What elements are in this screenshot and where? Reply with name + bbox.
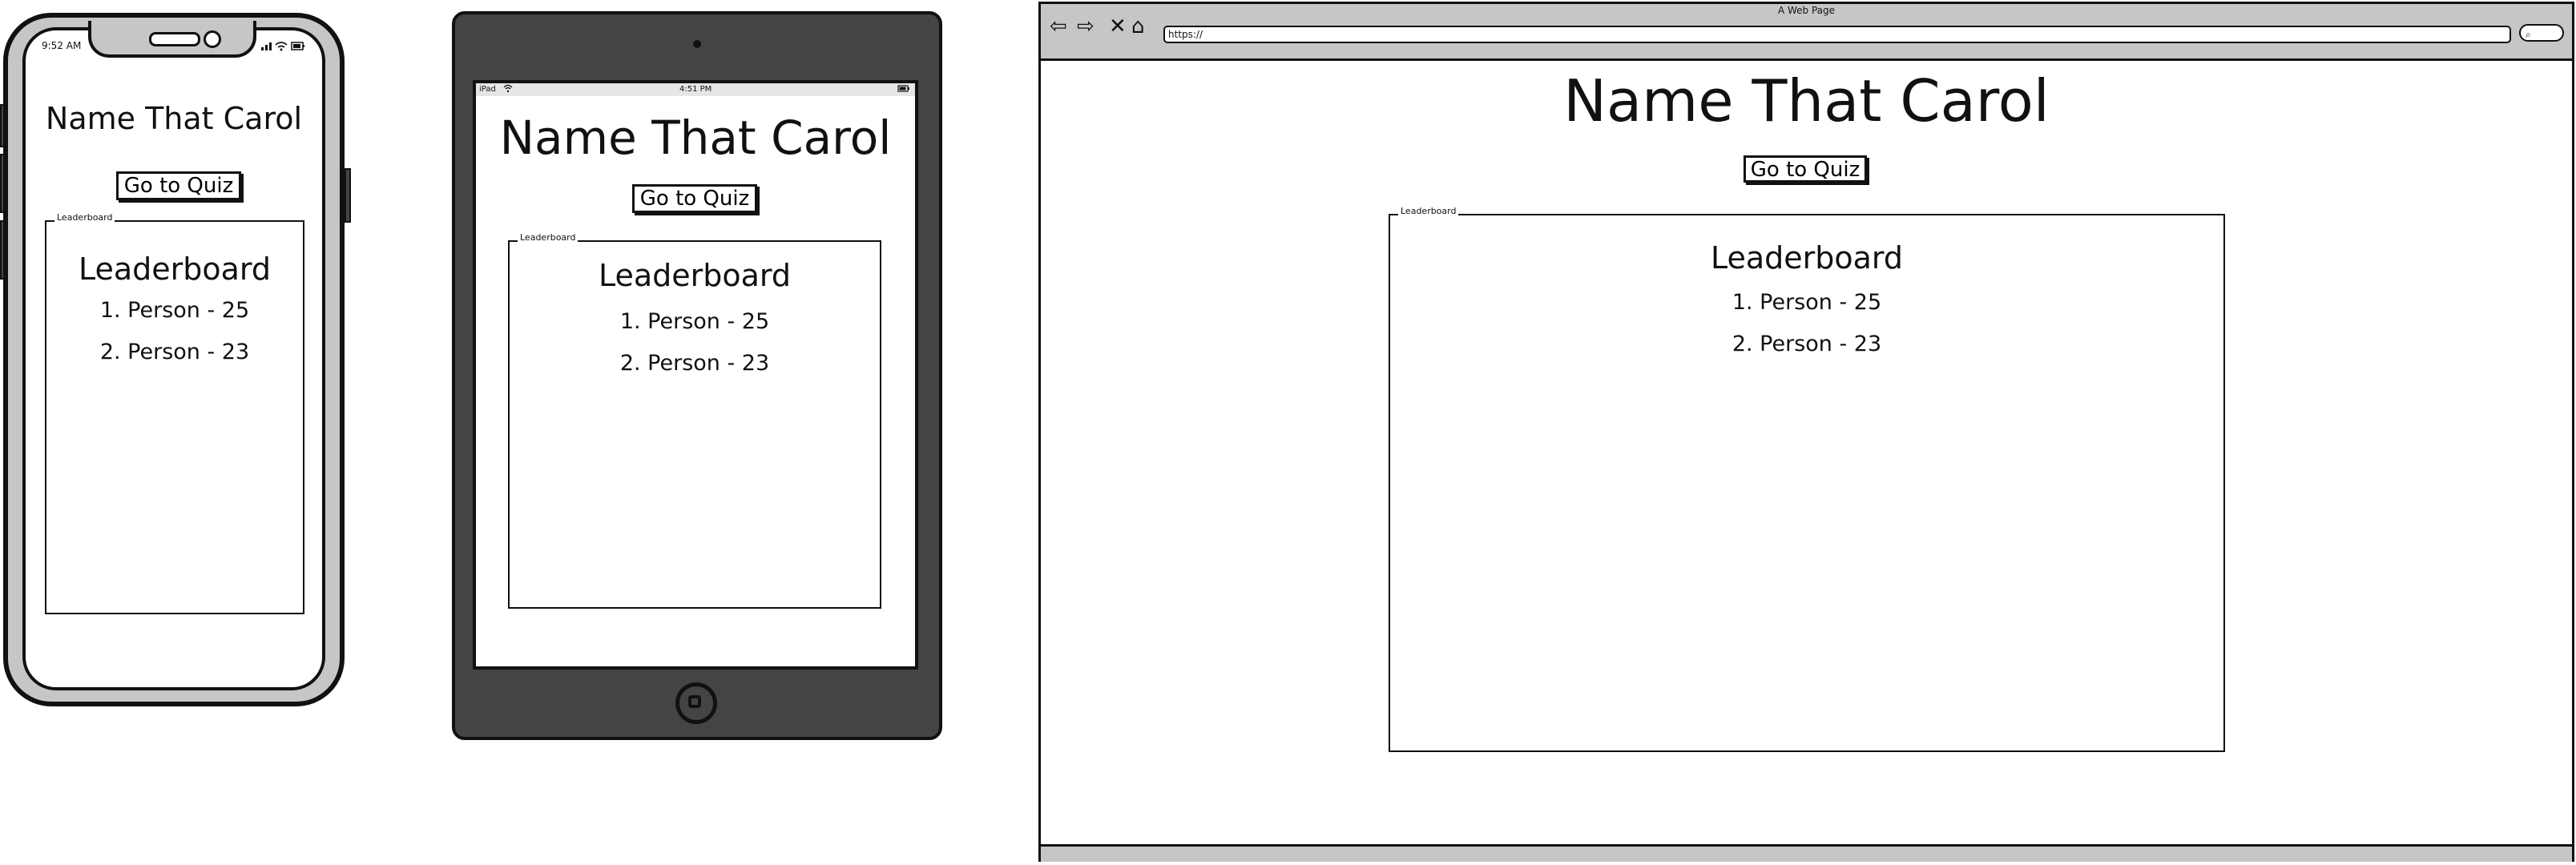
back-arrow-icon[interactable]: ⇦ — [1050, 16, 1067, 37]
tablet-camera — [693, 40, 701, 48]
page-title: Name That Carol — [499, 111, 892, 165]
leaderboard-heading: Leaderboard — [598, 258, 792, 293]
leaderboard-legend: Leaderboard — [518, 232, 578, 243]
go-to-quiz-button[interactable]: Go to Quiz — [1744, 155, 1867, 183]
url-bar[interactable]: https:// — [1163, 26, 2511, 43]
leaderboard-heading: Leaderboard — [1710, 240, 1904, 276]
home-icon[interactable]: ⌂ — [1131, 16, 1145, 37]
leaderboard-entry: 2. Person - 23 — [619, 351, 770, 376]
leaderboard-entry: 2. Person - 23 — [99, 340, 250, 364]
wifi-icon — [503, 83, 513, 98]
tablet-status-time: 4:51 PM — [679, 85, 712, 94]
go-to-quiz-button[interactable]: Go to Quiz — [116, 171, 241, 200]
phone-power-button — [345, 168, 351, 223]
leaderboard-legend: Leaderboard — [54, 212, 115, 223]
leaderboard-entry: 1. Person - 25 — [619, 309, 770, 334]
close-x-icon[interactable]: ✕ — [1109, 16, 1127, 37]
tablet-status-bar: iPad 4:51 PM — [476, 83, 915, 96]
leaderboard-entry: 1. Person - 25 — [99, 298, 250, 323]
leaderboard-legend: Leaderboard — [1398, 206, 1459, 216]
search-icon[interactable]: ⌕ — [2519, 24, 2564, 42]
phone-status-time: 9:52 AM — [42, 40, 82, 51]
signal-wifi-battery-icon — [261, 40, 306, 54]
home-square-icon — [688, 695, 701, 708]
phone-camera — [204, 30, 221, 48]
leaderboard-entry: 1. Person - 25 — [1731, 290, 1882, 315]
battery-icon — [897, 83, 910, 98]
leaderboard-entry: 2. Person - 23 — [1731, 332, 1882, 356]
page-title: Name That Carol — [1563, 67, 2050, 135]
page-title: Name That Carol — [45, 101, 303, 136]
leaderboard-panel — [508, 240, 881, 609]
browser-status-bar — [1041, 844, 2572, 862]
tablet-status-left: iPad — [479, 85, 496, 94]
phone-speaker — [149, 32, 200, 46]
go-to-quiz-button[interactable]: Go to Quiz — [632, 184, 757, 213]
browser-window-title: A Web Page — [1777, 5, 1836, 16]
forward-arrow-icon[interactable]: ⇨ — [1077, 16, 1094, 37]
leaderboard-heading: Leaderboard — [78, 251, 272, 287]
